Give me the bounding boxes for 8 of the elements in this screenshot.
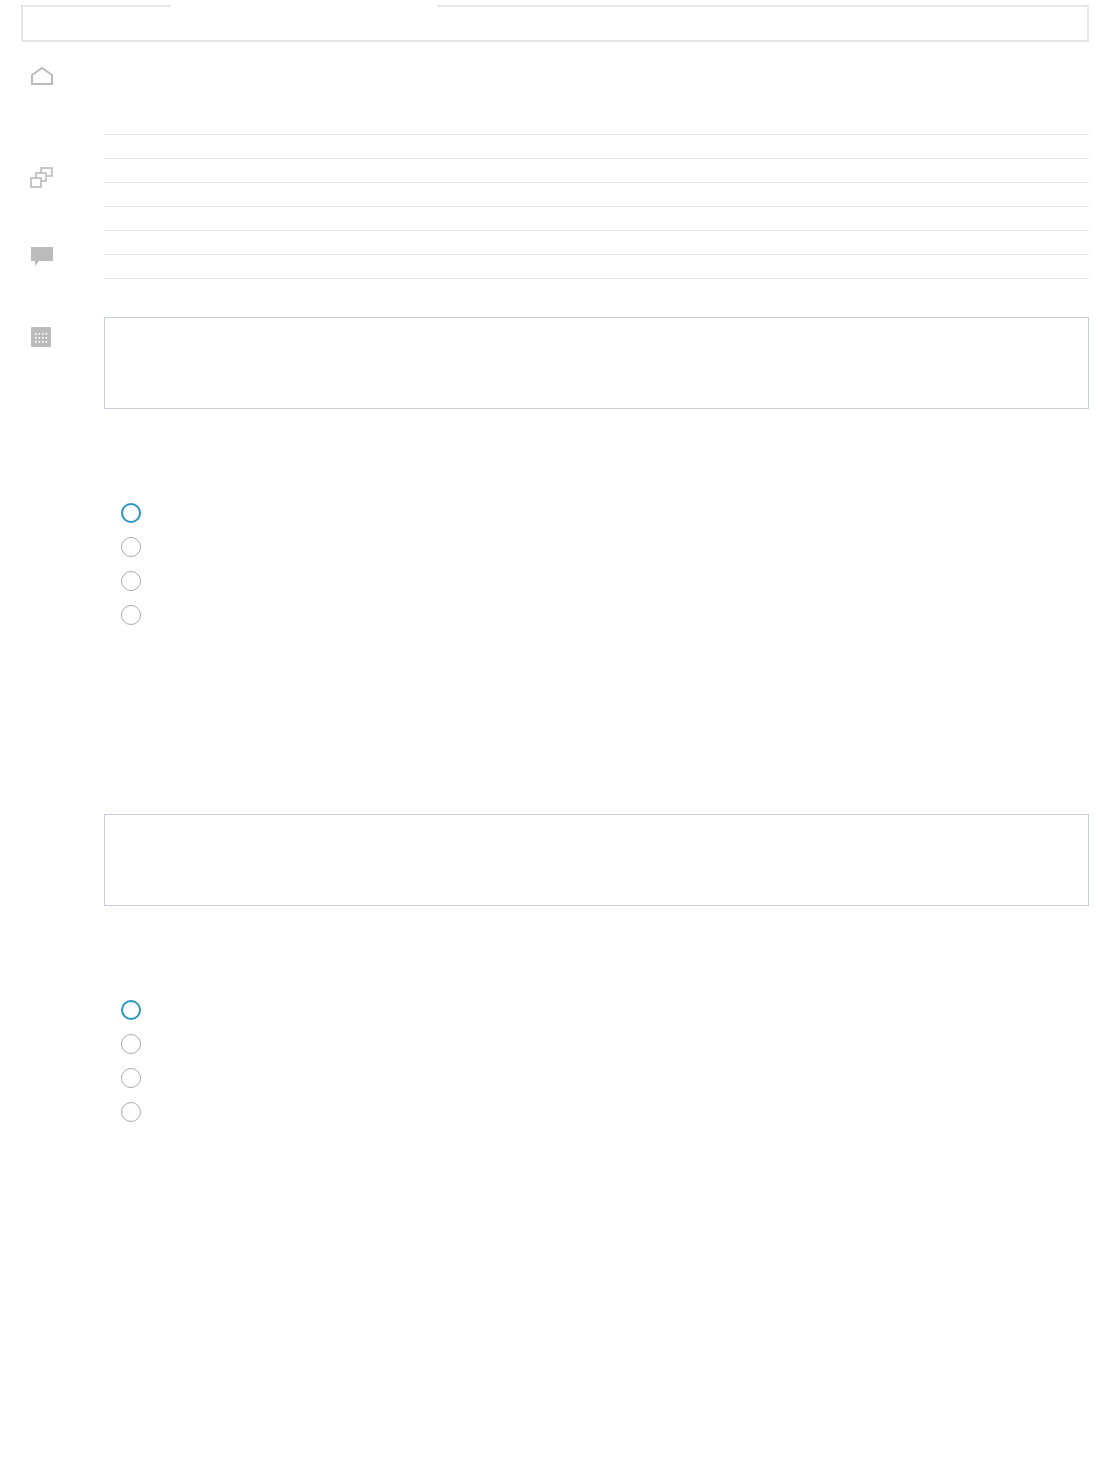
- calendar-icon[interactable]: [30, 326, 52, 348]
- windows-icon[interactable]: [30, 166, 54, 190]
- answer-box[interactable]: [104, 814, 1089, 906]
- radio-button[interactable]: [121, 1000, 141, 1020]
- radio-button[interactable]: [121, 503, 141, 523]
- comment-icon[interactable]: [30, 246, 54, 268]
- home-icon[interactable]: [30, 66, 54, 86]
- answer-box[interactable]: [104, 317, 1089, 409]
